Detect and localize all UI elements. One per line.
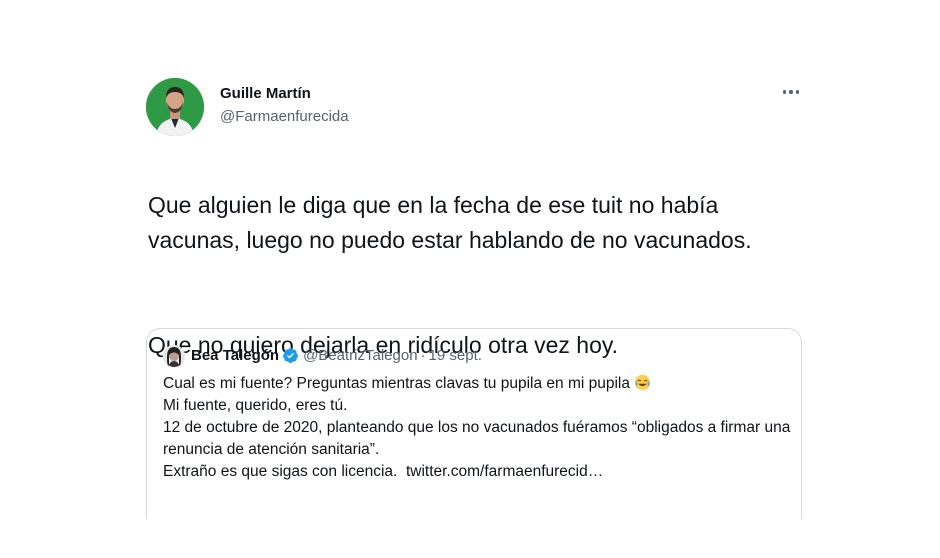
quoted-avatar-image (163, 345, 185, 367)
quoted-line: 12 de octubre de 2020, planteando que lo… (163, 419, 791, 458)
quoted-header: Bea Talegón @BeatrizTalegon · 19 sept. (191, 347, 482, 364)
more-options-icon[interactable] (780, 82, 802, 102)
quoted-date[interactable]: 19 sept. (429, 347, 482, 364)
quoted-author-avatar[interactable] (163, 345, 185, 367)
author-avatar-image (146, 78, 204, 136)
quoted-tweet[interactable]: Bea Talegón @BeatrizTalegon · 19 sept. C… (146, 328, 802, 519)
quoted-text: Cual es mi fuente? Preguntas mientras cl… (163, 373, 793, 483)
quoted-line: Cual es mi fuente? Preguntas mientras cl… (163, 373, 793, 395)
separator-dot: · (420, 347, 426, 364)
quoted-line: Mi fuente, querido, eres tú. (163, 397, 348, 414)
author-name[interactable]: Guille Martín (220, 85, 311, 102)
quoted-author-name[interactable]: Bea Talegón (191, 347, 279, 364)
quoted-link[interactable]: twitter.com/farmaenfurecid… (406, 463, 603, 480)
tweet-paragraph: Que alguien le diga que en la fecha de e… (148, 192, 752, 253)
laughing-emoji-icon (634, 374, 651, 391)
quoted-line-text: Cual es mi fuente? Preguntas mientras cl… (163, 375, 630, 392)
author-avatar[interactable] (146, 78, 204, 136)
quoted-author-handle[interactable]: @BeatrizTalegon (303, 347, 417, 364)
author-handle[interactable]: @Farmaenfurecida (220, 108, 349, 125)
verified-badge-icon (283, 348, 299, 363)
quoted-line: Extraño es que sigas con licencia. twitt… (163, 461, 793, 483)
quoted-line-text: Extraño es que sigas con licencia. (163, 463, 398, 480)
